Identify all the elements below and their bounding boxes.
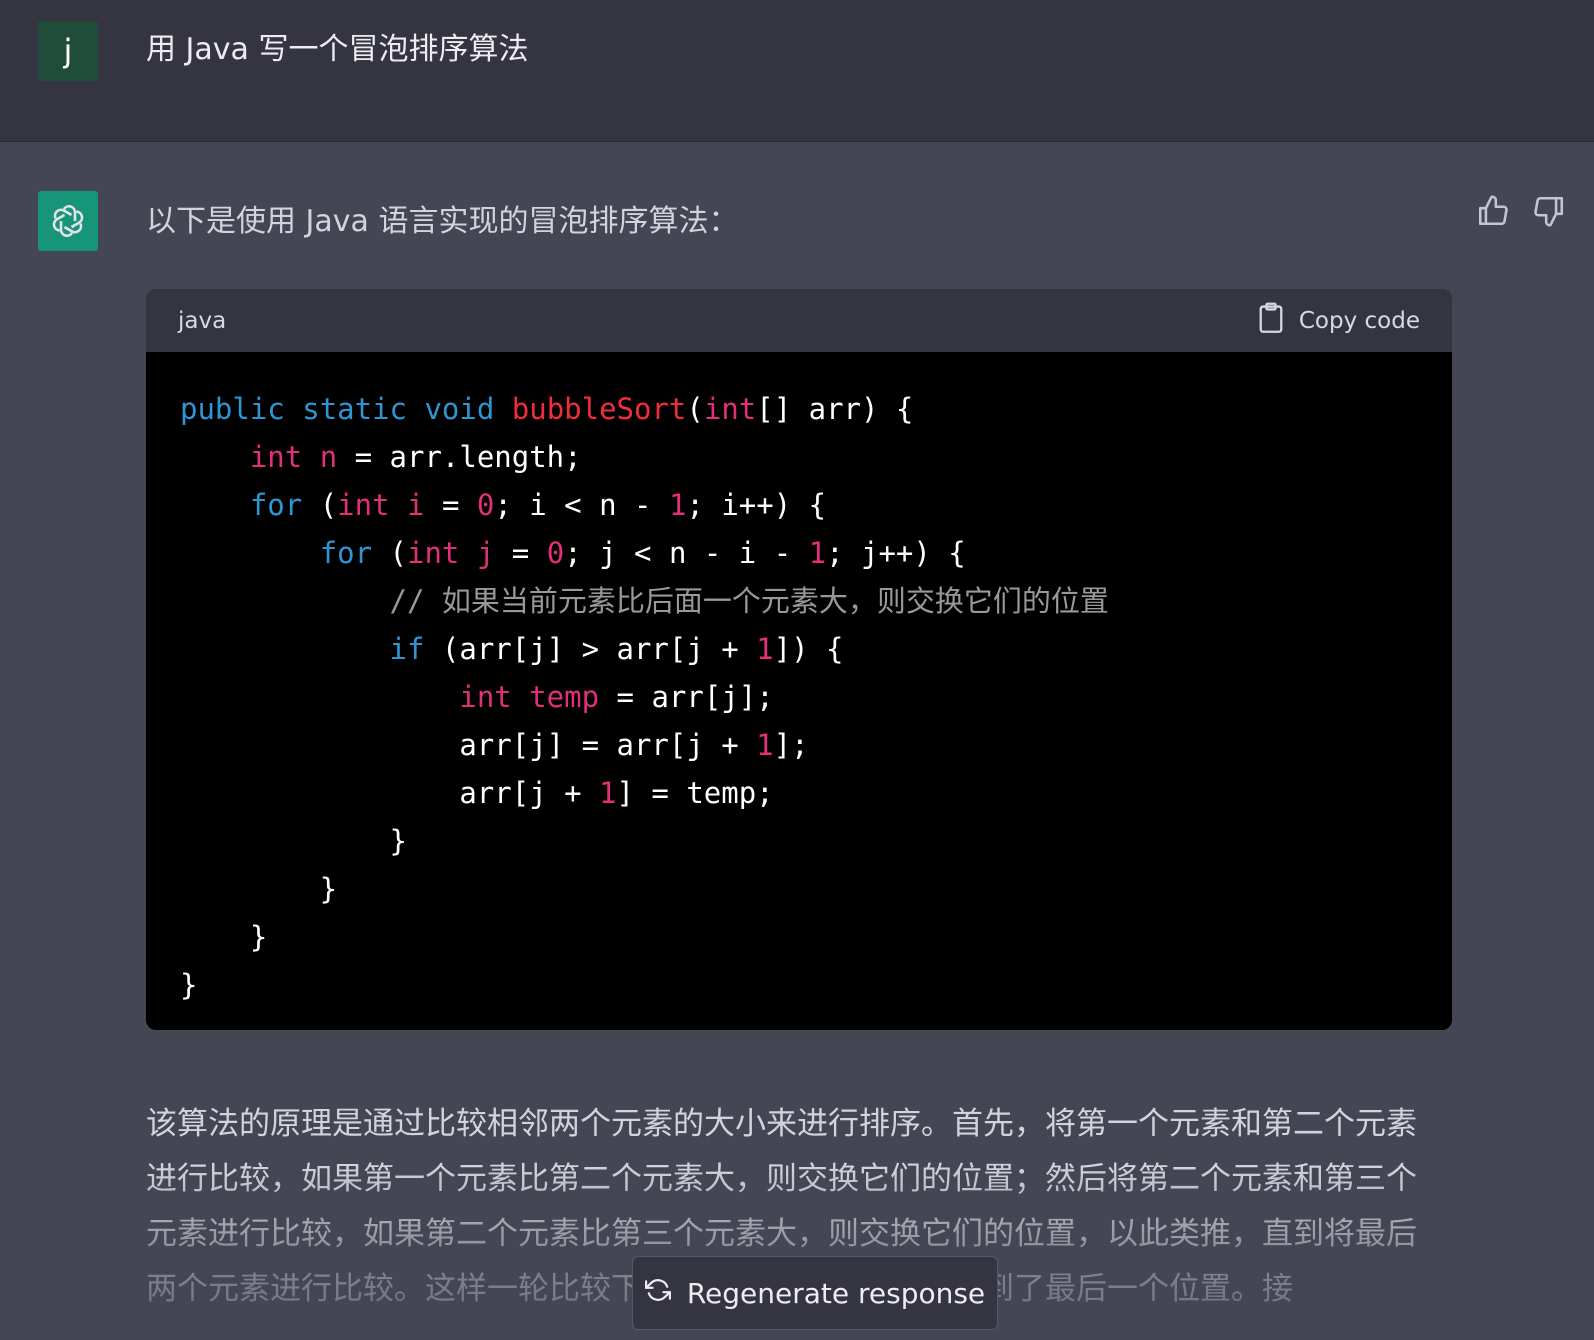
assistant-intro-text: 以下是使用 Java 语言实现的冒泡排序算法： xyxy=(146,204,739,239)
refresh-icon xyxy=(644,1277,671,1310)
code-language-label: java xyxy=(178,307,227,334)
clipboard-icon xyxy=(1257,302,1285,340)
openai-logo-icon xyxy=(38,191,98,251)
code-line: // 如果当前元素比后面一个元素大，则交换它们的位置 xyxy=(389,584,1109,618)
code-block-header: java Copy code xyxy=(146,289,1452,352)
regenerate-response-button[interactable]: Regenerate response xyxy=(632,1256,998,1330)
code-block: java Copy code public static void bubble… xyxy=(146,289,1452,1030)
code-line: if (arr[j] > arr[j + 1]) { xyxy=(389,632,844,666)
user-avatar: j xyxy=(38,21,98,81)
user-message-row: j 用 Java 写一个冒泡排序算法 xyxy=(0,0,1594,142)
code-line: int temp = arr[j]; xyxy=(459,680,774,714)
code-line: for (int j = 0; j < n - i - 1; j++) { xyxy=(319,536,966,570)
code-line: int n = arr.length; xyxy=(249,440,582,474)
code-line: } xyxy=(180,824,407,858)
code-line: } xyxy=(180,920,268,954)
code-line: public static void bubbleSort(int[] arr)… xyxy=(180,392,914,426)
copy-code-label: Copy code xyxy=(1298,307,1420,334)
code-content: public static void bubbleSort(int[] arr)… xyxy=(146,352,1452,1009)
code-line: } xyxy=(180,872,338,906)
code-line: arr[j + 1] = temp; xyxy=(180,776,774,810)
user-message-text: 用 Java 写一个冒泡排序算法 xyxy=(146,32,529,67)
copy-code-button[interactable]: Copy code xyxy=(1257,302,1420,340)
code-line: arr[j] = arr[j + 1]; xyxy=(180,728,809,762)
assistant-message-row: 以下是使用 Java 语言实现的冒泡排序算法： java Copy code p… xyxy=(0,142,1594,1340)
code-line: } xyxy=(180,968,198,1002)
thumbs-down-icon[interactable] xyxy=(1532,194,1566,228)
thumbs-up-icon[interactable] xyxy=(1476,194,1510,228)
code-line: for (int i = 0; i < n - 1; i++) { xyxy=(249,488,827,522)
regenerate-response-label: Regenerate response xyxy=(686,1276,986,1310)
